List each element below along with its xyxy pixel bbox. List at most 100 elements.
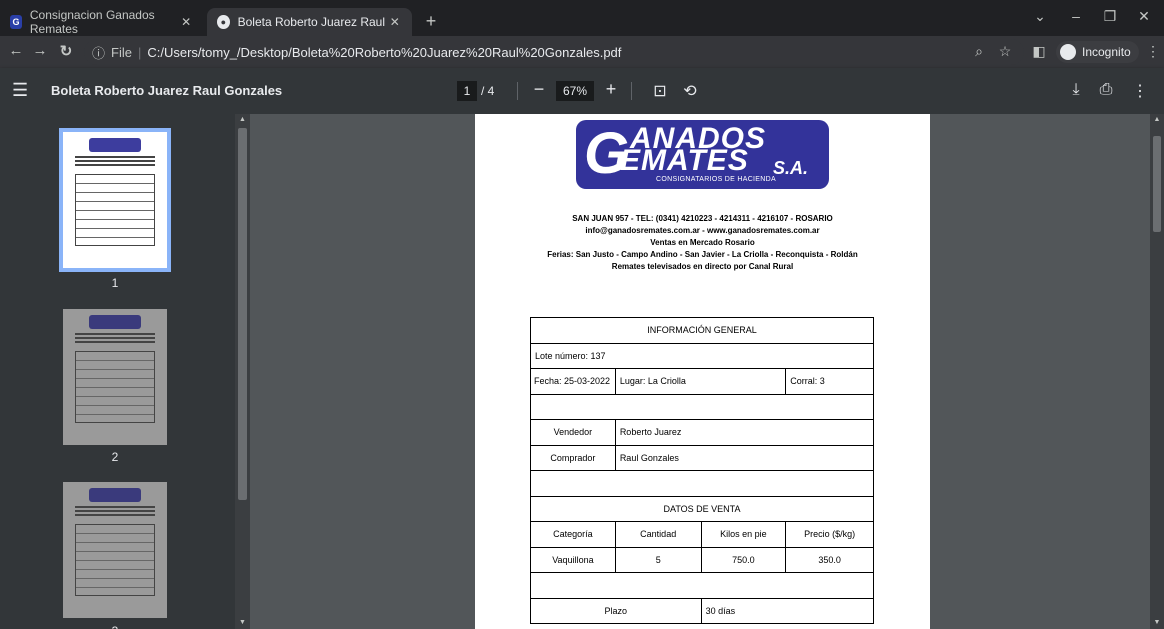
print-icon[interactable]: ⎙ [1096, 81, 1116, 99]
table-row [530, 572, 874, 599]
reload-icon[interactable]: ↻ [56, 42, 76, 60]
table-row: Plazo 30 días [530, 597, 875, 624]
close-tab-icon[interactable]: ✕ [179, 15, 193, 29]
precio-cell: 350.0 [785, 546, 874, 573]
logo-line2: EMATES [620, 144, 749, 177]
page-number-input[interactable]: 1 [457, 81, 477, 101]
incognito-badge[interactable]: Incognito [1056, 41, 1139, 63]
pdf-toolbar: ☰ Boleta Roberto Juarez Raul Gonzales 1 … [0, 68, 1164, 114]
empty-cell [530, 470, 874, 497]
section-general-title: INFORMACIÓN GENERAL [530, 317, 874, 344]
toolbar-divider [631, 82, 632, 100]
header-line: Remates televisados en directo por Canal… [611, 262, 794, 271]
table-row [530, 470, 874, 497]
thumbnail-table [75, 524, 155, 596]
thumbnail-text-line [75, 164, 155, 166]
scroll-up-icon[interactable]: ▲ [235, 116, 250, 123]
hamburger-menu-icon[interactable]: ☰ [12, 80, 28, 101]
thumbnail-sidebar: 1 2 3 [0, 114, 235, 629]
sidebar-scrollbar[interactable]: ▲ ▼ [235, 114, 250, 629]
incognito-label: Incognito [1082, 45, 1131, 59]
scroll-down-icon[interactable]: ▼ [235, 619, 250, 626]
fecha-cell: Fecha: 25-03-2022 [530, 368, 616, 395]
new-tab-button[interactable]: + [420, 10, 442, 32]
comprador-value: Raul Gonzales [614, 444, 875, 471]
company-logo: G ANADOS EMATES S.A. CONSIGNATARIOS DE H… [576, 120, 829, 189]
tab-boleta[interactable]: ● Boleta Roberto Juarez Raul Gonz ✕ [207, 8, 412, 36]
pdf-viewport: G ANADOS EMATES S.A. CONSIGNATARIOS DE H… [250, 114, 1150, 629]
url-text[interactable]: C:/Users/tomy_/Desktop/Boleta%20Roberto%… [147, 45, 621, 60]
column-header: Precio ($/kg) [785, 521, 874, 548]
lote-cell: Lote número: 137 [530, 342, 874, 369]
logo-suffix: S.A. [773, 158, 809, 178]
close-tab-icon[interactable]: ✕ [388, 15, 402, 29]
page-thumbnail-1[interactable] [59, 128, 171, 272]
viewer-scrollbar[interactable]: ▲ ▼ [1150, 114, 1164, 629]
document-title: Boleta Roberto Juarez Raul Gonzales [51, 83, 283, 98]
browser-menu-icon[interactable]: ⋮ [1144, 43, 1162, 60]
address-bar[interactable]: ⓘ File | C:/Users/tomy_/Desktop/Boleta%2… [84, 39, 1024, 65]
rotate-icon[interactable]: ⟲ [680, 81, 700, 101]
tab-search-icon[interactable]: ⌄ [1025, 8, 1055, 25]
thumbnail-text-line [75, 333, 155, 335]
more-options-icon[interactable]: ⋮ [1130, 81, 1150, 101]
comprador-label: Comprador [530, 444, 616, 471]
vendedor-label: Vendedor [530, 419, 616, 446]
bookmark-star-icon[interactable]: ☆ [996, 43, 1014, 60]
back-icon[interactable]: ← [6, 42, 26, 59]
header-line: Ventas en Mercado Rosario [650, 238, 755, 247]
minimize-icon[interactable]: – [1061, 8, 1091, 24]
zoom-level-input[interactable]: 67% [556, 81, 594, 101]
thumbnail-table [75, 351, 155, 423]
thumbnail-table [75, 174, 155, 246]
column-header: Cantidad [614, 521, 702, 548]
thumbnail-text-line [75, 506, 155, 508]
sidebar-scroll-thumb[interactable] [238, 128, 247, 500]
zoom-in-icon[interactable]: + [601, 79, 621, 100]
globe-favicon-icon: ● [217, 15, 230, 29]
categoria-cell: Vaquillona [530, 546, 616, 573]
empty-cell [530, 572, 874, 599]
table-row: Fecha: 25-03-2022 Lugar: La Criolla Corr… [530, 368, 874, 395]
thumbnail-text-line [75, 514, 155, 516]
table-row: DATOS DE VENTA [530, 495, 874, 522]
empty-cell [530, 393, 874, 420]
toolbar-divider [517, 82, 518, 100]
thumbnail-text-line [75, 341, 155, 343]
scroll-down-icon[interactable]: ▼ [1150, 619, 1164, 626]
page-total: / 4 [481, 84, 495, 98]
section-venta-title: DATOS DE VENTA [530, 495, 874, 522]
table-row: Categoría Cantidad Kilos en pie Precio (… [530, 521, 874, 548]
plazo-value: 30 días [700, 597, 875, 624]
forward-icon[interactable]: → [30, 42, 50, 59]
page-thumbnail-3[interactable] [63, 482, 167, 618]
header-line: Ferias: San Justo - Campo Andino - San J… [547, 250, 858, 259]
tab-strip: G Consignacion Ganados Remates ✕ ● Bolet… [0, 0, 1164, 36]
kilos-cell: 750.0 [700, 546, 787, 573]
table-row: Lote número: 137 [530, 342, 874, 369]
vendedor-value: Roberto Juarez [614, 419, 875, 446]
window-close-icon[interactable]: ✕ [1129, 8, 1159, 25]
page-thumbnail-2[interactable] [63, 309, 167, 445]
download-icon[interactable]: ⤓ [1066, 81, 1086, 99]
table-row: Comprador Raul Gonzales [530, 444, 875, 471]
side-panel-icon[interactable]: ◧ [1030, 43, 1048, 60]
logo-subtitle: CONSIGNATARIOS DE HACIENDA [656, 176, 776, 183]
tab-label: Boleta Roberto Juarez Raul Gonz [237, 15, 388, 29]
plazo-label: Plazo [530, 597, 702, 624]
lugar-cell: Lugar: La Criolla [614, 368, 787, 395]
thumbnail-logo [89, 488, 141, 502]
header-line: info@ganadosremates.com.ar - www.ganados… [585, 226, 820, 235]
info-icon[interactable]: ⓘ [92, 43, 105, 62]
restore-icon[interactable]: ❐ [1095, 8, 1125, 25]
scroll-up-icon[interactable]: ▲ [1150, 116, 1164, 123]
fit-page-icon[interactable]: ⊡ [650, 81, 670, 101]
tab-consignacion[interactable]: G Consignacion Ganados Remates ✕ [0, 8, 203, 36]
zoom-icon[interactable]: ⌕ [970, 43, 988, 60]
table-row: Vendedor Roberto Juarez [530, 419, 875, 446]
viewer-scroll-thumb[interactable] [1153, 136, 1161, 232]
tab-label: Consignacion Ganados Remates [29, 8, 155, 36]
thumbnail-number: 2 [111, 450, 119, 464]
zoom-out-icon[interactable]: − [529, 79, 549, 100]
thumbnail-number: 1 [111, 276, 119, 290]
